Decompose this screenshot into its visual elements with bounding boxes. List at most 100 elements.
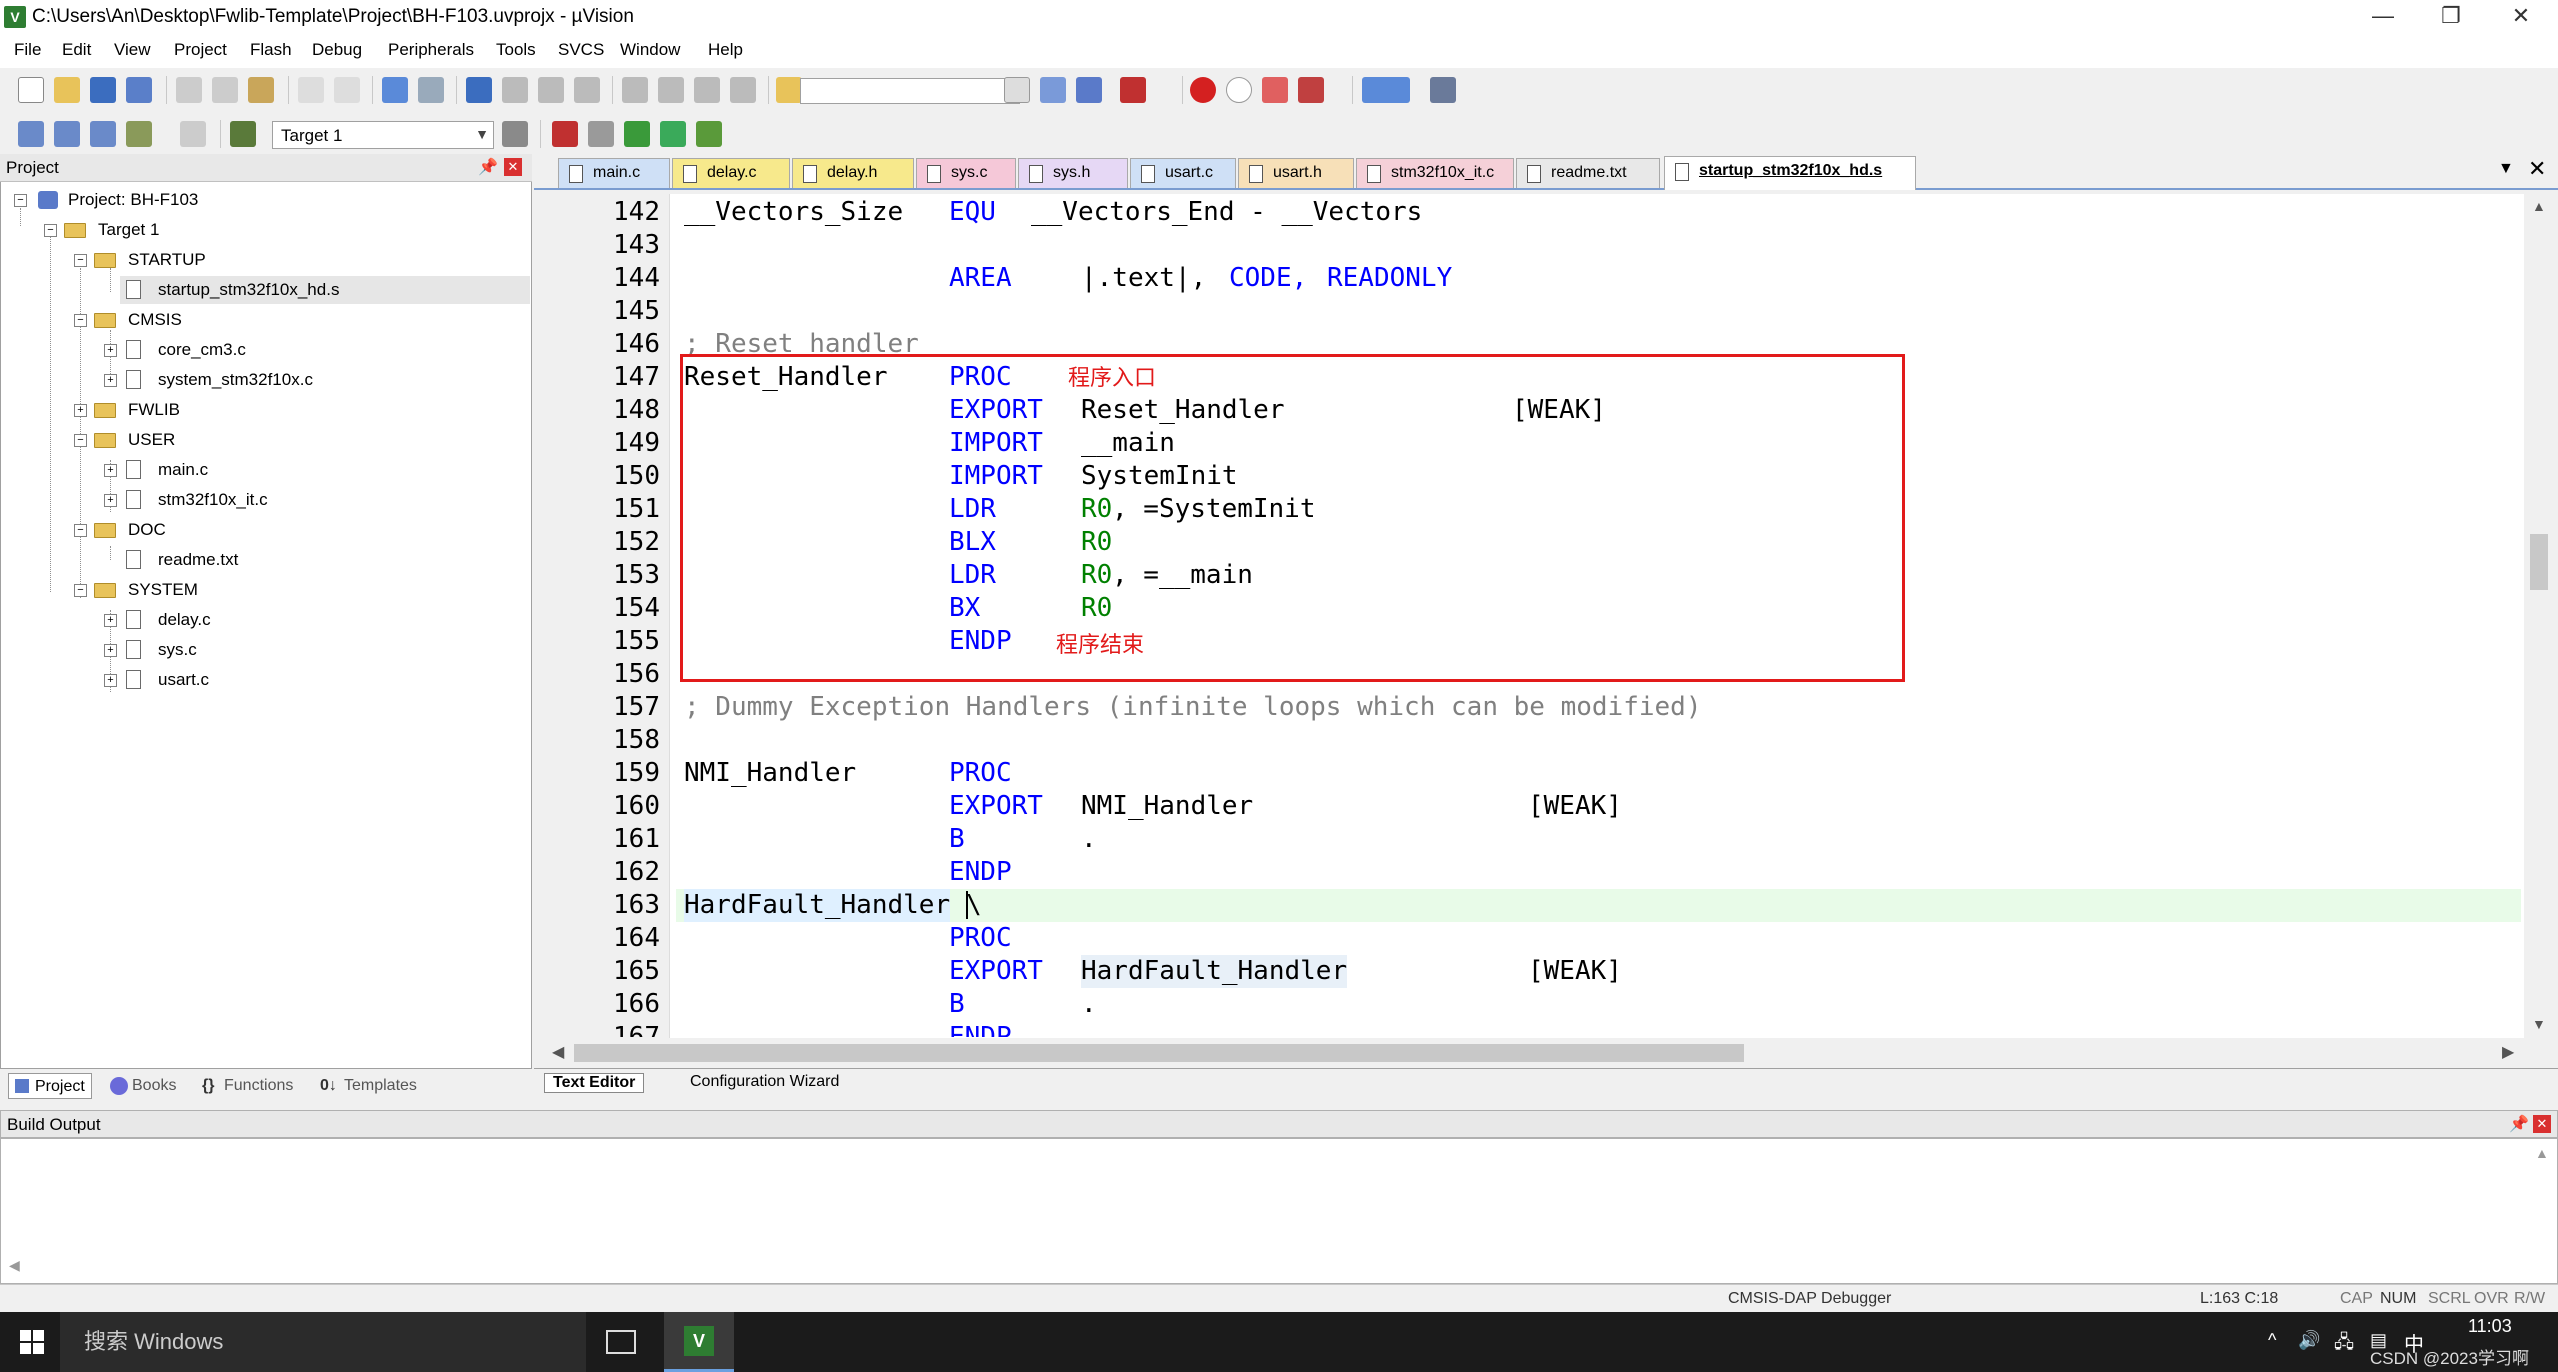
tree-item-readme[interactable]: readme.txt (0, 546, 530, 574)
configure-icon[interactable] (1430, 77, 1456, 103)
expand-icon[interactable]: + (104, 494, 117, 507)
disable-breakpoint-icon[interactable] (1226, 77, 1252, 103)
close-panel-icon[interactable]: ✕ (2533, 1115, 2551, 1133)
tree-item-doc-group[interactable]: − DOC (0, 516, 530, 544)
clock-time[interactable]: 11:03 (2468, 1316, 2512, 1337)
expand-icon[interactable]: + (74, 404, 87, 417)
tab-delay-c[interactable]: delay.c (672, 158, 790, 188)
translate-icon[interactable] (18, 121, 44, 147)
restore-button[interactable]: ❐ (2420, 0, 2482, 34)
menu-help[interactable]: Help (708, 40, 743, 60)
tab-readme[interactable]: readme.txt (1516, 158, 1660, 188)
menu-tools[interactable]: Tools (496, 40, 536, 60)
indent-icon[interactable] (622, 77, 648, 103)
scroll-left-icon[interactable]: ◀ (552, 1042, 564, 1062)
tab-list-dropdown-icon[interactable]: ▼ (2498, 160, 2514, 178)
uvision-taskbar-button[interactable]: V (664, 1312, 734, 1372)
tab-startup-s[interactable]: startup_stm32f10x_hd.s (1664, 156, 1916, 190)
prev-bookmark-icon[interactable] (502, 77, 528, 103)
tree-item-startup-group[interactable]: − STARTUP (0, 246, 530, 274)
build-output-text[interactable]: ◀ ▲ (0, 1138, 2558, 1284)
tree-item-stm32f10x-it[interactable]: + stm32f10x_it.c (0, 486, 530, 514)
scroll-left-icon[interactable]: ◀ (9, 1257, 20, 1274)
network-icon[interactable]: 🖧 (2334, 1330, 2354, 1360)
collapse-icon[interactable]: − (74, 254, 87, 267)
event-recorder-icon[interactable] (696, 121, 722, 147)
speaker-icon[interactable]: 🔊 (2298, 1330, 2320, 1351)
new-file-icon[interactable] (18, 77, 44, 103)
target-select[interactable]: Target 1 ▼ (272, 121, 494, 149)
tree-item-startup-file[interactable]: startup_stm32f10x_hd.s (120, 276, 530, 304)
clear-bookmarks-icon[interactable] (574, 77, 600, 103)
manage-components-icon[interactable] (552, 121, 578, 147)
tree-item-system-group[interactable]: − SYSTEM (0, 576, 530, 604)
kill-breakpoints-icon[interactable] (1262, 77, 1288, 103)
find-dropdown-icon[interactable] (1004, 77, 1030, 103)
redo-icon[interactable] (334, 77, 360, 103)
open-folder-icon[interactable] (54, 77, 80, 103)
menu-view[interactable]: View (114, 40, 151, 60)
batch-build-icon[interactable] (126, 121, 152, 147)
copy-icon[interactable] (212, 77, 238, 103)
debug-session-icon[interactable] (1120, 77, 1146, 103)
save-all-icon[interactable] (126, 77, 152, 103)
tab-usart-h[interactable]: usart.h (1238, 158, 1354, 188)
uncomment-icon[interactable] (730, 77, 756, 103)
unindent-icon[interactable] (658, 77, 684, 103)
expand-icon[interactable]: + (104, 674, 117, 687)
tab-project[interactable]: Project (8, 1073, 92, 1099)
tab-functions[interactable]: {} Functions (200, 1073, 293, 1099)
tree-item-core-cm3[interactable]: + core_cm3.c (0, 336, 530, 364)
scroll-down-icon[interactable]: ▼ (2532, 1016, 2546, 1032)
taskbar-search-input[interactable]: 搜索 Windows (60, 1312, 586, 1372)
comment-icon[interactable] (694, 77, 720, 103)
rebuild-icon[interactable] (90, 121, 116, 147)
close-panel-icon[interactable]: ✕ (504, 158, 522, 176)
pin-icon[interactable]: 📌 (2509, 1114, 2529, 1134)
tree-item-sys-c[interactable]: + sys.c (0, 636, 530, 664)
collapse-icon[interactable]: − (14, 194, 27, 207)
tab-usart-c[interactable]: usart.c (1130, 158, 1236, 188)
incremental-find-icon[interactable] (1076, 77, 1102, 103)
horizontal-scrollbar[interactable]: ◀ ▶ (548, 1040, 2548, 1066)
save-icon[interactable] (90, 77, 116, 103)
find-in-files-icon[interactable] (776, 77, 802, 103)
build-icon[interactable] (54, 121, 80, 147)
menu-project[interactable]: Project (174, 40, 227, 60)
tree-item-user-group[interactable]: − USER (0, 426, 530, 454)
nav-forward-icon[interactable] (418, 77, 444, 103)
find-combo[interactable] (800, 78, 1020, 104)
collapse-icon[interactable]: − (74, 314, 87, 327)
tree-item-system-stm32[interactable]: + system_stm32f10x.c (0, 366, 530, 394)
tab-books[interactable]: Books (108, 1073, 176, 1099)
scroll-up-icon[interactable]: ▲ (2532, 198, 2546, 214)
scroll-thumb[interactable] (574, 1044, 1744, 1062)
expand-icon[interactable]: + (104, 614, 117, 627)
tab-sys-h[interactable]: sys.h (1018, 158, 1128, 188)
minimize-button[interactable]: — (2352, 0, 2414, 34)
collapse-icon[interactable]: − (74, 434, 87, 447)
expand-icon[interactable]: + (104, 344, 117, 357)
expand-icon[interactable]: + (104, 644, 117, 657)
disable-all-breakpoints-icon[interactable] (1298, 77, 1324, 103)
menu-debug[interactable]: Debug (312, 40, 362, 60)
scroll-right-icon[interactable]: ▶ (2502, 1042, 2514, 1062)
menu-window[interactable]: Window (620, 40, 680, 60)
expand-icon[interactable]: + (104, 464, 117, 477)
tab-delay-h[interactable]: delay.h (792, 158, 914, 188)
vertical-scrollbar[interactable]: ▲ ▼ (2524, 194, 2554, 1038)
bookmark-icon[interactable] (466, 77, 492, 103)
tray-chevron-up-icon[interactable]: ^ (2268, 1330, 2276, 1351)
menu-svcs[interactable]: SVCS (558, 40, 604, 60)
collapse-icon[interactable]: − (44, 224, 57, 237)
tab-sys-c[interactable]: sys.c (916, 158, 1016, 188)
next-bookmark-icon[interactable] (538, 77, 564, 103)
menu-file[interactable]: File (14, 40, 41, 60)
paste-icon[interactable] (248, 77, 274, 103)
tree-item-target[interactable]: − Target 1 (0, 216, 530, 244)
scroll-thumb[interactable] (2530, 534, 2548, 590)
tree-item-delay-c[interactable]: + delay.c (0, 606, 530, 634)
tab-stm32f10x-it-c[interactable]: stm32f10x_it.c (1356, 158, 1514, 188)
collapse-icon[interactable]: − (74, 524, 87, 537)
tab-templates[interactable]: 0↓ Templates (318, 1073, 417, 1099)
